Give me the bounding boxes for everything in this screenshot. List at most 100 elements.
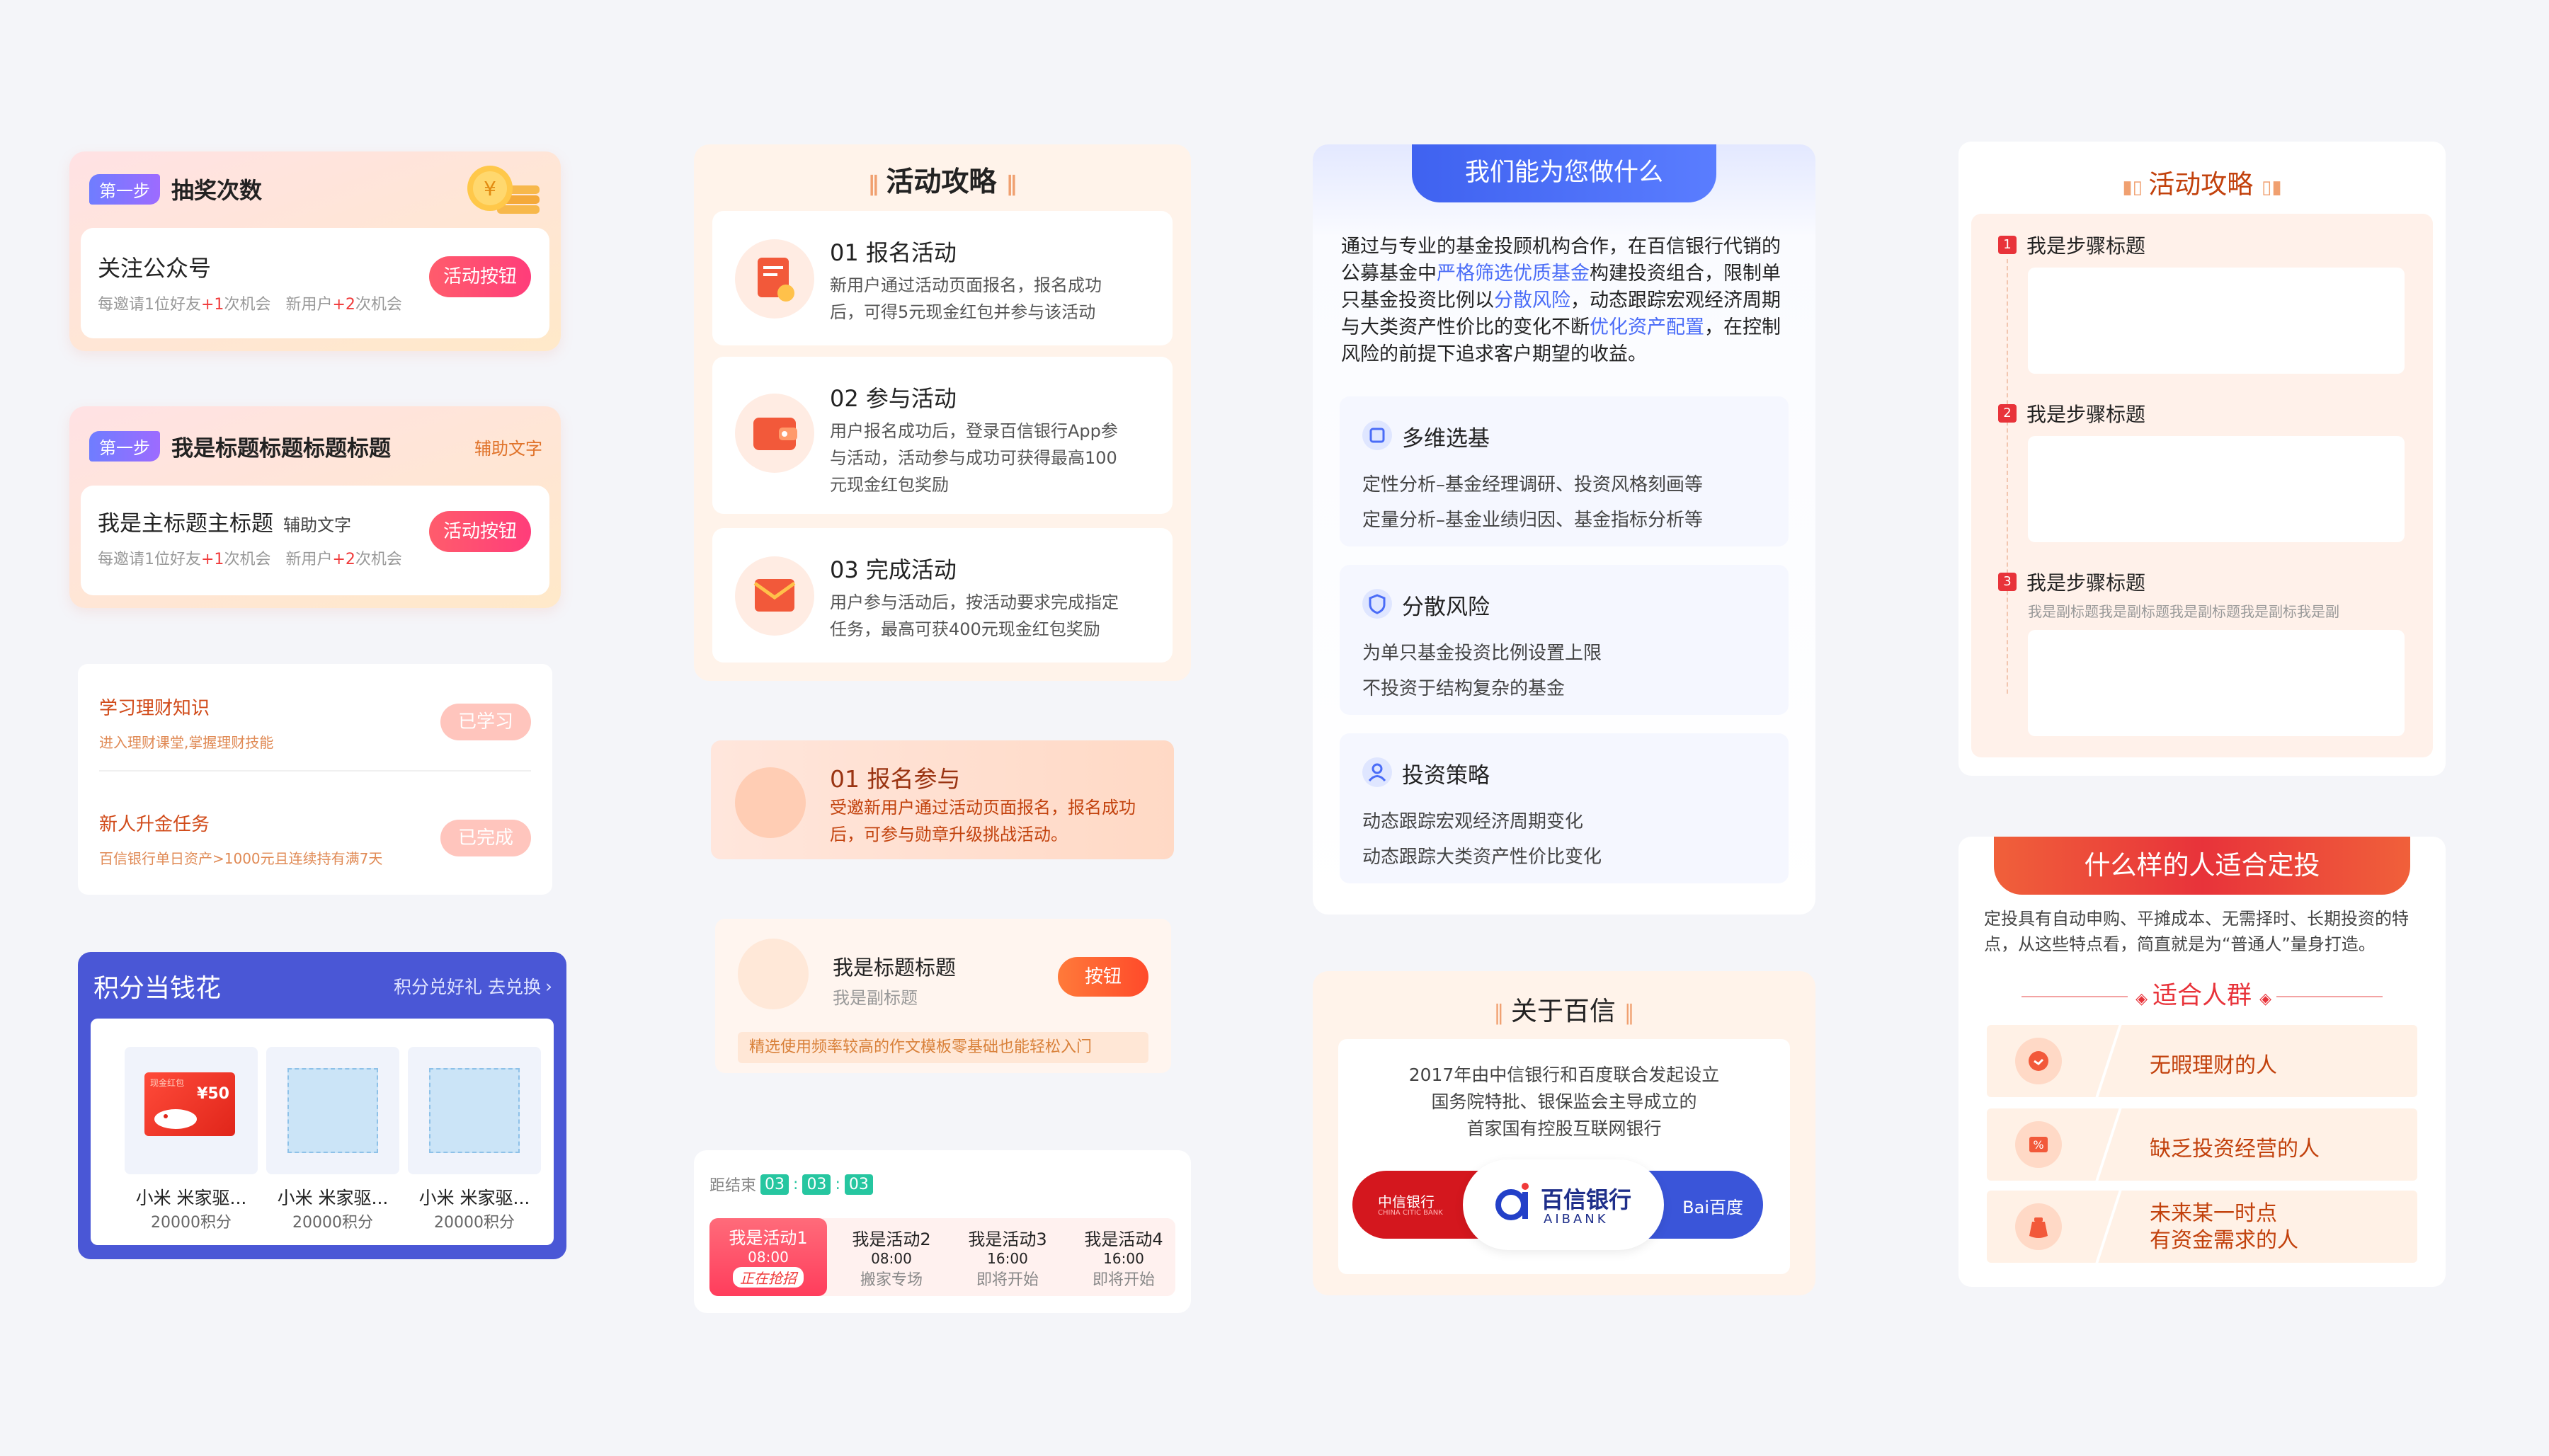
- step-title: 我是步骤标题: [2026, 403, 2146, 426]
- status-badge: 已学习: [440, 704, 531, 740]
- step-title: 我是步骤标题: [2026, 234, 2146, 258]
- points-link[interactable]: 积分兑好礼 去兑换 ›: [394, 973, 552, 999]
- step-desc: 新用户通过活动页面报名，报名成功后，可得5元现金红包并参与该活动: [830, 275, 1102, 322]
- goods-image[interactable]: 现金红包 ¥50: [125, 1047, 258, 1174]
- about-title: 关于百信: [1510, 996, 1616, 1026]
- decor-right-icon: ▯▮: [2262, 177, 2282, 198]
- decor-right-icon: ∥: [1006, 172, 1017, 197]
- guide2-title-row: ▮▯ 活动攻略 ▯▮: [1958, 163, 2446, 201]
- step-title: 03 完成活动: [830, 556, 957, 583]
- desc-text: 次机会: [224, 296, 271, 314]
- about-line: 首家国有控股互联网银行: [1466, 1118, 1662, 1139]
- coin-icon: ¥: [464, 161, 542, 218]
- signup-title: 01 报名参与: [830, 765, 961, 793]
- aibank-logo-mark: [1493, 1181, 1535, 1226]
- feature-line: 定性分析–基金经理调研、投资风格刻画等: [1362, 474, 1704, 495]
- desc-highlight: +2: [332, 551, 355, 568]
- session-tab[interactable]: 我是活动3 16:00 即将开始: [954, 1218, 1061, 1296]
- intro-highlight: 严格筛选优质基金: [1437, 263, 1590, 285]
- audience-item: 无暇理财的人: [1987, 1025, 2417, 1097]
- guide-card: ∥ 活动攻略 ∥ 01 报名活动 新用户通过活动页面报名，报名成功后，可得5元现…: [694, 144, 1191, 681]
- coupon-tag: 现金红包: [150, 1078, 185, 1088]
- service-intro: 通过与专业的基金投顾机构合作，在百信银行代销的公募基金中严格筛选优质基金构建投资…: [1341, 234, 1790, 368]
- step-connector: [2007, 259, 2008, 694]
- titlebar-card: 我是标题标题 我是副标题 按钮 精选使用频率较高的作文模板零基础也能轻松入门: [715, 919, 1171, 1073]
- divider-line: [2276, 996, 2383, 997]
- title-card-header: 第一步 我是标题标题标题标题: [89, 430, 391, 462]
- feature-title: 投资策略: [1402, 763, 1490, 789]
- list-item: 新人升金任务 百信银行单日资产>1000元且连续持有满7天 已完成: [99, 810, 531, 888]
- goods-caption: 小米 米家驱... 20000积分: [266, 1184, 399, 1232]
- guide2-title: 活动攻略: [2148, 169, 2254, 200]
- colon: :: [835, 1175, 840, 1193]
- session-status: 正在抢招: [733, 1267, 804, 1288]
- session-tab[interactable]: 我是活动2 08:00 搬家专场: [838, 1218, 945, 1296]
- countdown-digit: 03: [844, 1174, 873, 1195]
- activity-button[interactable]: 活动按钮: [429, 256, 531, 297]
- step-content: [2028, 268, 2405, 374]
- image-placeholder: [287, 1068, 378, 1153]
- intro-highlight: 优化资产配置: [1590, 316, 1704, 338]
- wallet-icon: [735, 394, 814, 473]
- step-title: 02 参与活动: [830, 385, 957, 412]
- coupon-image: 现金红包 ¥50: [144, 1072, 235, 1136]
- task-title: 关注公众号: [98, 255, 212, 282]
- service-card: 我们能为您做什么 通过与专业的基金投顾机构合作，在百信银行代销的公募基金中严格筛…: [1313, 144, 1815, 915]
- aibank-logo-sub: AIBANK: [1544, 1212, 1609, 1227]
- list-item: 学习理财知识 进入理财课堂,掌握理财技能 已学习: [99, 694, 531, 772]
- about-line: 国务院特批、银保监会主导成立的: [1431, 1091, 1697, 1112]
- step-tag: 第一步: [89, 431, 160, 462]
- session-tab[interactable]: 我是活动4 16:00 即将开始: [1071, 1218, 1177, 1296]
- desc-highlight: +1: [201, 551, 224, 568]
- title-card-body: 我是主标题主标题 辅助文字 每邀请1位好友+1次机会 新用户+2次机会 活动按钮: [81, 486, 549, 595]
- action-button[interactable]: 按钮: [1058, 957, 1148, 997]
- desc-highlight: +2: [332, 296, 355, 314]
- decor-right-icon: ∥: [1624, 1001, 1635, 1026]
- session-tabs: 我是活动1 08:00 正在抢招 我是活动2 08:00 搬家专场 我是活动3 …: [709, 1218, 1175, 1296]
- guide2-body: 1 我是步骤标题 2 我是步骤标题 3 我是步骤标题 我是副标题我是副标题我是副…: [1971, 214, 2433, 757]
- desc-text: 次机会: [355, 551, 402, 568]
- title-card-title: 我是标题标题标题标题: [171, 436, 391, 462]
- points-link-text: 积分兑好礼 去兑换: [394, 977, 541, 997]
- citic-logo-text: 中信银行: [1378, 1193, 1435, 1210]
- audience-text: 无暇理财的人: [2150, 1053, 2277, 1078]
- feature-card: 分散风险 为单只基金投资比例设置上限 不投资于结构复杂的基金: [1340, 565, 1789, 715]
- step-tag: 第一步: [89, 173, 160, 205]
- step-desc: 用户参与活动后，按活动要求完成指定任务，最高可获400元现金红包奖励: [830, 592, 1119, 639]
- session-tab-active[interactable]: 我是活动1 08:00 正在抢招: [709, 1218, 827, 1296]
- lottery-card-title: 抽奖次数: [171, 177, 263, 204]
- goods-name: 小米 米家驱...: [135, 1188, 247, 1208]
- audience-title: 什么样的人适合定投: [1994, 837, 2410, 895]
- card-title: 我是标题标题: [833, 956, 957, 980]
- goods-image[interactable]: [408, 1047, 541, 1174]
- step-number: 1: [1998, 236, 2017, 254]
- step-header: 1 我是步骤标题: [1998, 231, 2145, 259]
- avatar: [738, 939, 809, 1009]
- activity-button[interactable]: 活动按钮: [429, 511, 531, 552]
- audience-subtitle-row: ◈ 适合人群 ◈: [1958, 975, 2446, 1011]
- feature-card: 多维选基 定性分析–基金经理调研、投资风格刻画等 定量分析–基金业绩归因、基金指…: [1340, 396, 1789, 546]
- lottery-card-header: 第一步 抽奖次数: [89, 173, 262, 205]
- divider-line: [2021, 996, 2128, 997]
- desc-text: 每邀请1位好友: [98, 296, 201, 314]
- aibank-logo-text: 百信银行: [1541, 1186, 1632, 1213]
- session-time: 08:00: [871, 1250, 912, 1267]
- lottery-card: 第一步 抽奖次数 ¥ 关注公众号 每邀请1位好友+1次机会 新用户+2次机会 活…: [69, 151, 561, 351]
- separator: [2095, 1108, 2122, 1181]
- moneybag-icon: [2015, 1203, 2062, 1250]
- coupon-value: ¥50: [197, 1085, 229, 1103]
- desc-text: 次机会: [224, 551, 271, 568]
- signup-desc: 受邀新用户通过活动页面报名，报名成功后，可参与勋章升级挑战活动。: [830, 798, 1136, 844]
- about-body: 2017年由中信银行和百度联合发起设立 国务院特批、银保监会主导成立的 首家国有…: [1338, 1039, 1790, 1274]
- step-header: 3 我是步骤标题: [1998, 568, 2145, 596]
- about-line: 2017年由中信银行和百度联合发起设立: [1408, 1065, 1720, 1085]
- separator: [2095, 1025, 2122, 1097]
- goods-image[interactable]: [266, 1047, 399, 1174]
- citic-logo-sub: CHINA CITIC BANK: [1378, 1209, 1443, 1217]
- countdown-digit: 03: [760, 1174, 789, 1195]
- feature-title: 分散风险: [1402, 595, 1490, 620]
- audience-text: 缺乏投资经营的人: [2150, 1137, 2320, 1162]
- decor-left-icon: ▮▯: [2122, 177, 2149, 198]
- session-name: 我是活动1: [729, 1228, 808, 1248]
- audience-subtitle: 适合人群: [2152, 982, 2252, 1010]
